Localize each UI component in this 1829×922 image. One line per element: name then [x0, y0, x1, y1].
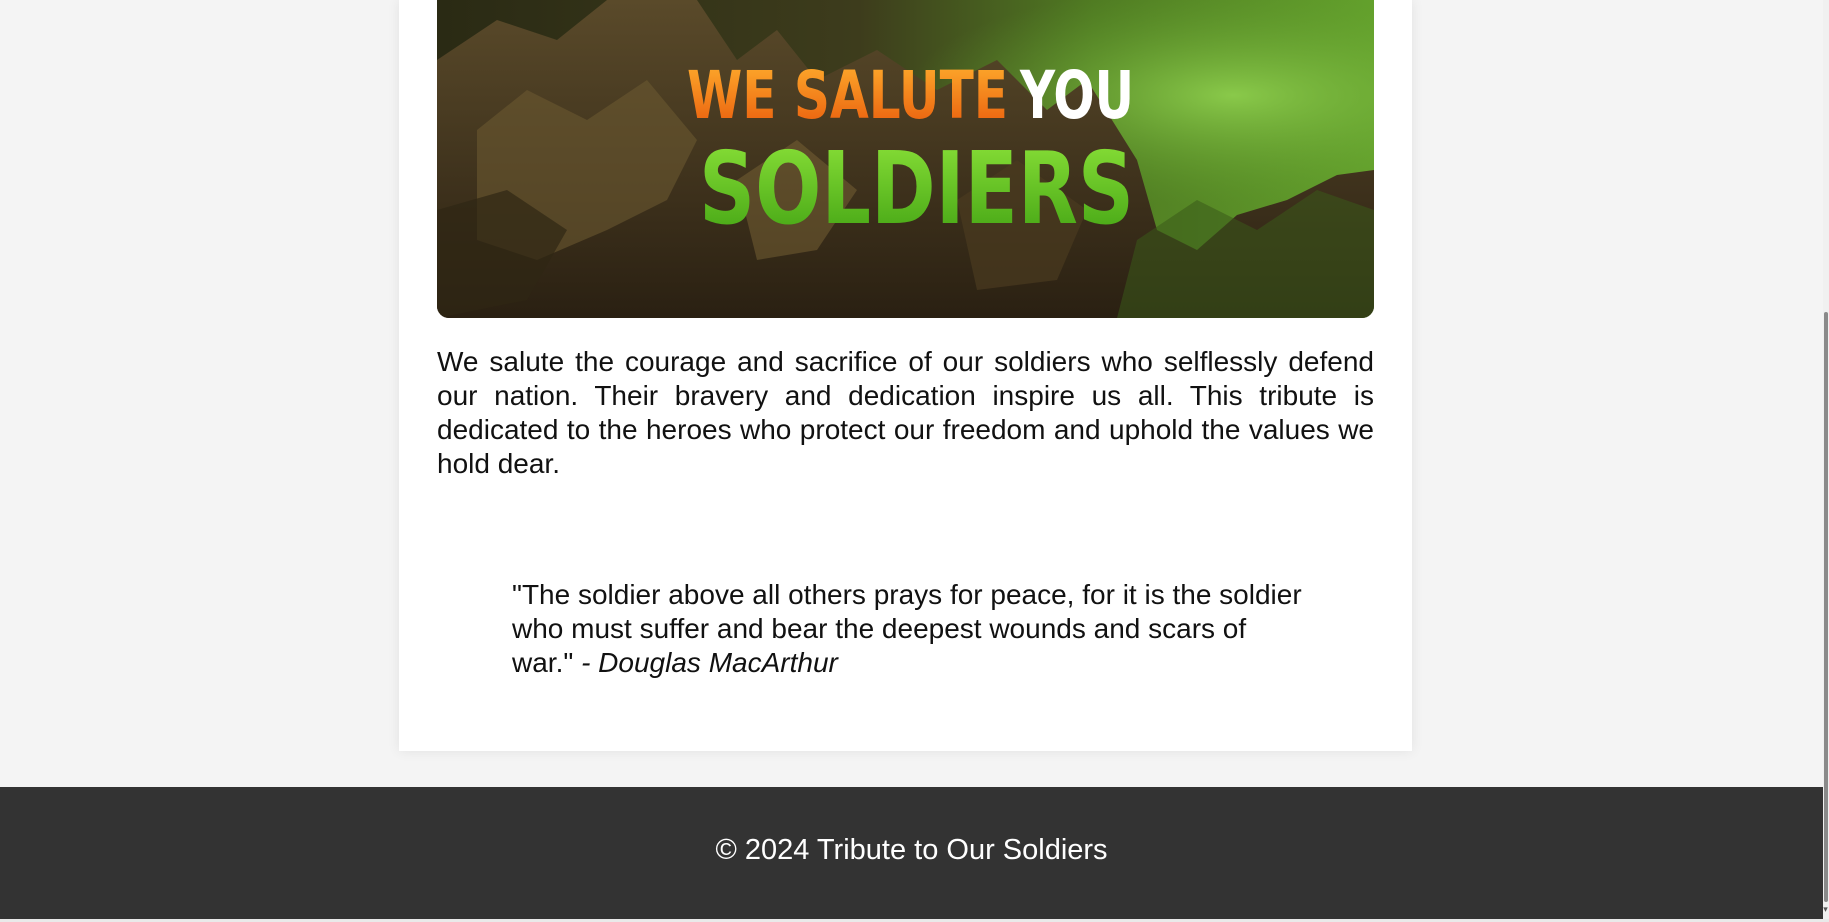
hero-text-green: SOLDIERS — [699, 130, 1134, 247]
page: WE SALUTE YOU SOLDIERS We salute the cou… — [0, 0, 1823, 922]
footer: © 2024 Tribute to Our Soldiers — [0, 787, 1823, 919]
quote-block: "The soldier above all others prays for … — [512, 578, 1302, 680]
footer-copyright: © 2024 Tribute to Our Soldiers — [715, 833, 1108, 866]
hero-text-orange: WE SALUTE — [687, 57, 1008, 134]
hero-image: WE SALUTE YOU SOLDIERS — [437, 0, 1374, 318]
chevron-down-icon[interactable]: ▾ — [1822, 902, 1829, 916]
quote-author: - Douglas MacArthur — [573, 647, 838, 678]
content-card: WE SALUTE YOU SOLDIERS We salute the cou… — [399, 0, 1412, 751]
hero-text-white: YOU — [1019, 57, 1134, 134]
scrollbar-thumb[interactable] — [1824, 312, 1828, 902]
intro-paragraph: We salute the courage and sacrifice of o… — [437, 346, 1374, 479]
hero-banner: WE SALUTE YOU SOLDIERS — [437, 0, 1374, 318]
